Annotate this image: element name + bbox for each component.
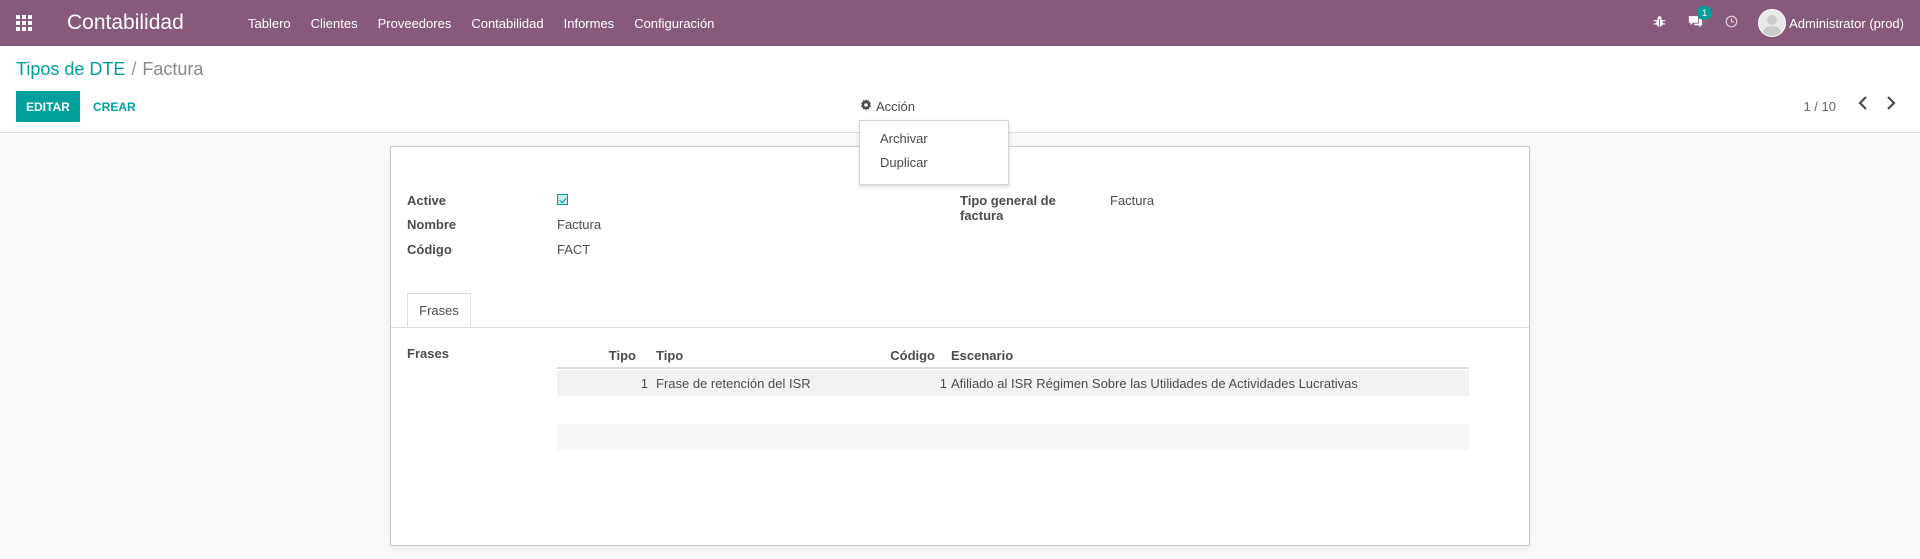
cell-tipo: Frase de retención del ISR (656, 376, 811, 391)
user-menu[interactable]: Administrator (prod) (1758, 9, 1904, 37)
name-label: Nombre (407, 217, 457, 232)
chat-icon[interactable]: 1 (1688, 6, 1713, 31)
create-button[interactable]: CREAR (84, 91, 145, 122)
column-header-tipo[interactable]: Tipo (656, 348, 683, 363)
tabs-divider (391, 327, 1529, 328)
menu-item-clientes[interactable]: Clientes (311, 16, 358, 31)
menu-item-contabilidad[interactable]: Contabilidad (471, 16, 543, 31)
systray: 1 Administrator (prod) (1631, 0, 1904, 46)
menu-item-tablero[interactable]: Tablero (248, 16, 291, 31)
user-name: Administrator (prod) (1789, 15, 1904, 31)
column-header-escenario[interactable]: Escenario (951, 348, 1013, 363)
avatar (1758, 9, 1787, 37)
app-title[interactable]: Contabilidad (67, 11, 184, 35)
general-type-value: Factura (1110, 193, 1155, 208)
general-type-label-line2: factura (960, 208, 1004, 223)
table-header-divider (557, 367, 1469, 369)
top-navbar: Contabilidad Tablero Clientes Proveedore… (0, 0, 1920, 46)
menu-item-configuracion[interactable]: Configuración (634, 16, 714, 31)
action-label: Acción (876, 99, 916, 114)
clock-icon[interactable] (1725, 15, 1738, 31)
pager-value[interactable]: 1 / 10 (1803, 99, 1836, 114)
cell-codigo: 1 (939, 376, 947, 391)
menu-item-archive[interactable]: Archivar (860, 127, 1008, 151)
menu-item-informes[interactable]: Informes (564, 16, 615, 31)
breadcrumb-current: Factura (142, 59, 204, 79)
pager-next-icon[interactable] (1886, 96, 1896, 115)
general-type-label: Tipo general de factura (960, 193, 1056, 223)
column-header-codigo[interactable]: Código (890, 348, 935, 363)
phrases-label: Frases (407, 346, 449, 361)
bug-icon[interactable] (1653, 15, 1666, 31)
cell-escenario: Afiliado al ISR Régimen Sobre las Utilid… (951, 376, 1358, 391)
name-value: Factura (557, 217, 602, 232)
active-checkbox[interactable] (557, 194, 568, 205)
action-dropdown-menu: Archivar Duplicar (859, 120, 1009, 185)
gear-icon (860, 99, 872, 114)
breadcrumb: Tipos de DTE / Factura (16, 59, 203, 80)
menu-item-proveedores[interactable]: Proveedores (378, 16, 452, 31)
action-dropdown-toggle[interactable]: Acción (860, 99, 915, 114)
form-sheet: Active Nombre Factura Código FACT Tipo g… (390, 146, 1530, 546)
table-row[interactable]: 1 Frase de retención del ISR 1 Afiliado … (557, 370, 1469, 396)
menu-item-duplicate[interactable]: Duplicar (860, 151, 1008, 175)
cell-tipo-id: 1 (640, 376, 648, 391)
code-label: Código (407, 242, 452, 257)
active-label: Active (407, 193, 447, 208)
general-type-label-line1: Tipo general de (960, 193, 1056, 208)
main-menu: Tablero Clientes Proveedores Contabilida… (248, 0, 734, 46)
pager-previous-icon[interactable] (1858, 96, 1868, 115)
column-header-tipo-id[interactable]: Tipo (609, 348, 636, 363)
edit-button[interactable]: EDITAR (16, 91, 80, 122)
breadcrumb-parent[interactable]: Tipos de DTE (16, 59, 125, 79)
code-value: FACT (557, 242, 591, 257)
table-empty-row (557, 424, 1469, 450)
messages-badge: 1 (1697, 6, 1713, 20)
tab-frases[interactable]: Frases (407, 293, 471, 327)
breadcrumb-separator: / (131, 59, 137, 79)
app-grid-icon[interactable] (16, 15, 33, 32)
